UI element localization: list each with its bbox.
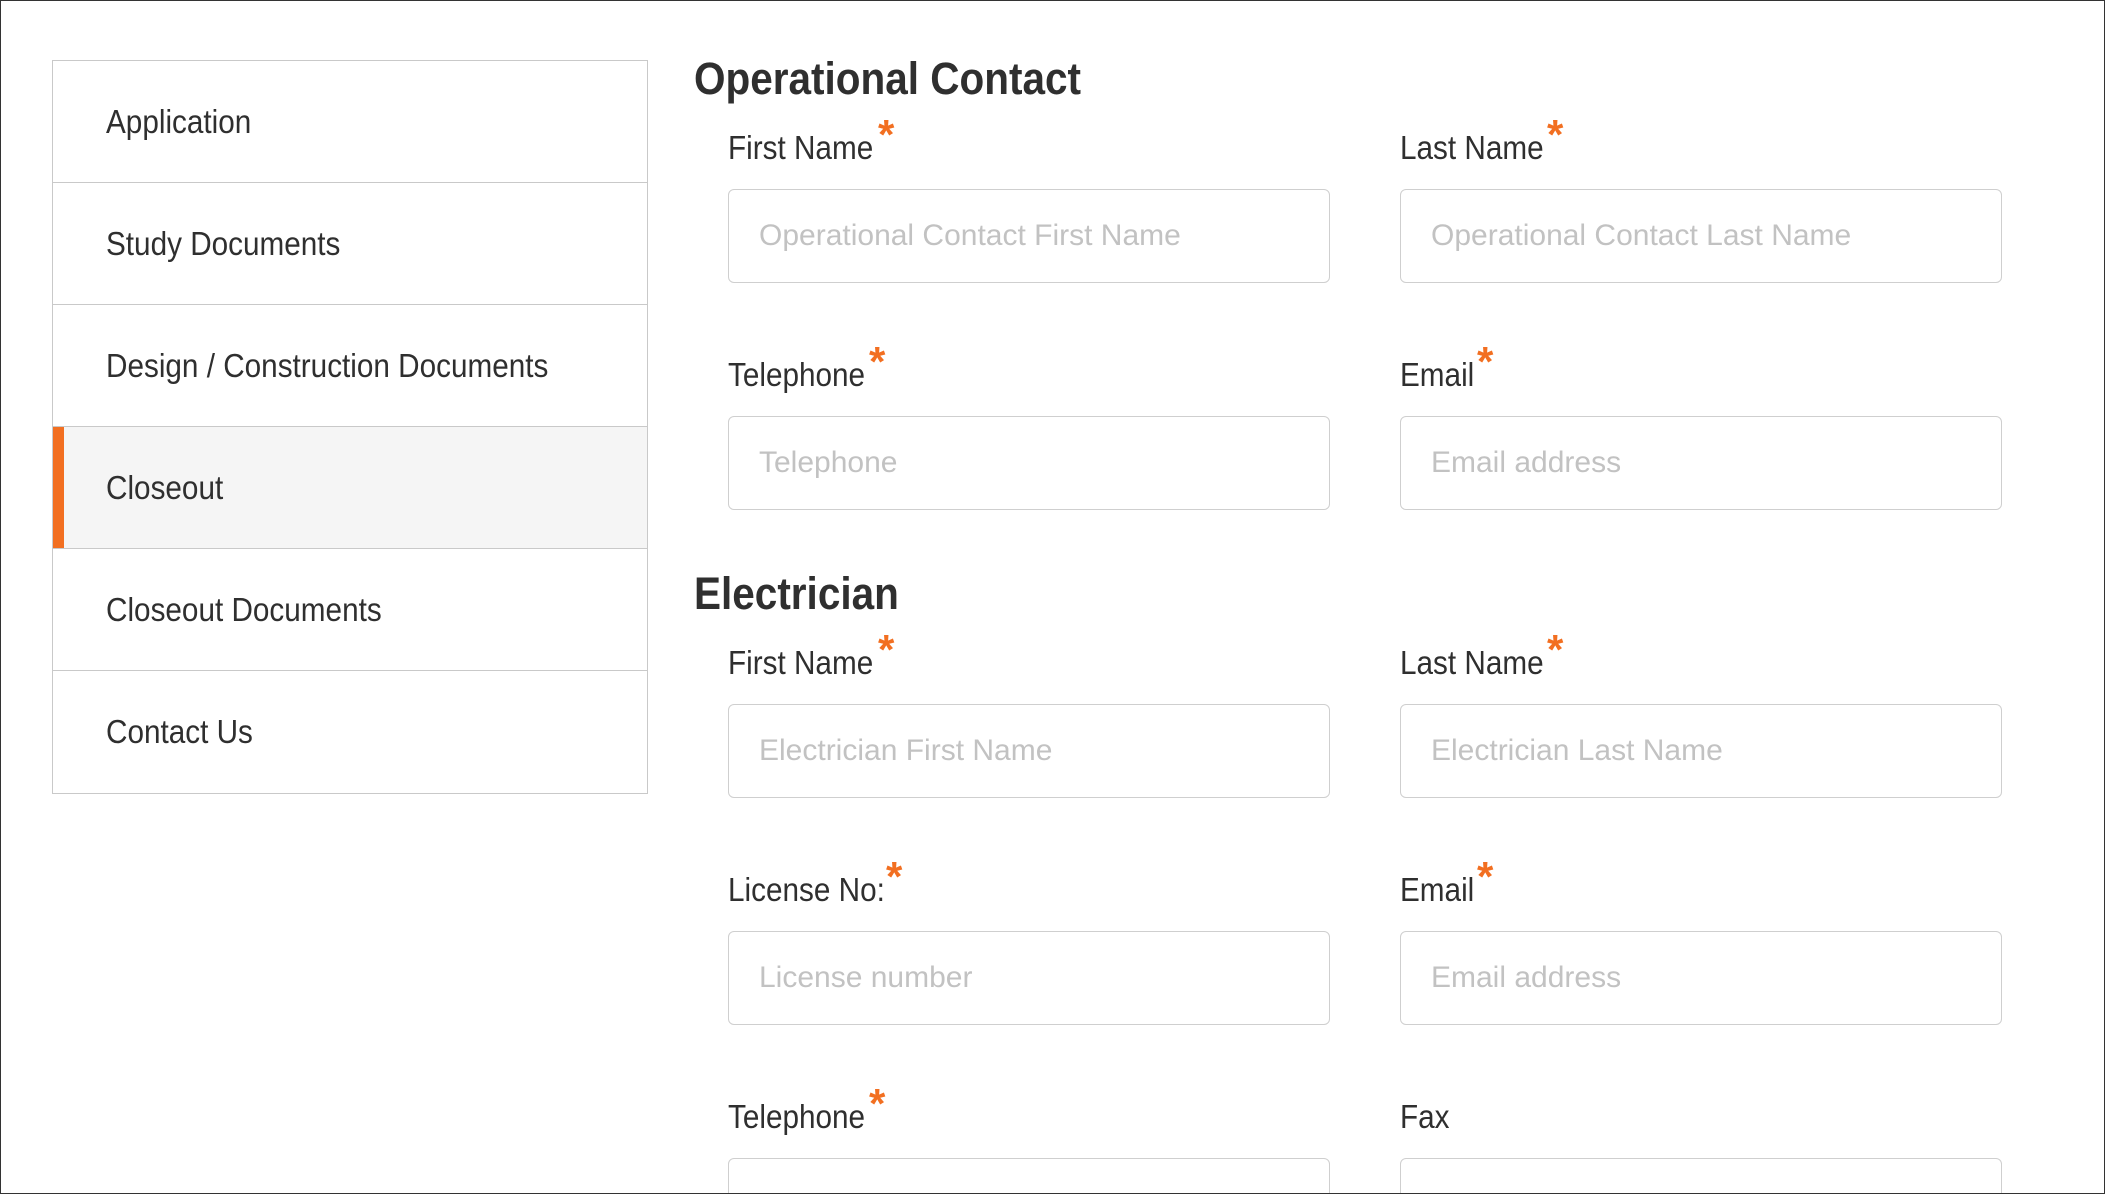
el-last-name-label: Last Name * [1400, 626, 1564, 681]
el-telephone-label: Telephone * [728, 1080, 886, 1135]
el-first-name-label: First Name * [728, 626, 895, 681]
section-title-electrician: Electrician [694, 568, 899, 619]
sidebar-item-label: Application [106, 102, 252, 140]
sidebar-nav: Application Study Documents Design / Con… [52, 60, 648, 794]
required-asterisk: * [869, 1080, 886, 1127]
active-indicator [53, 427, 64, 548]
oc-last-name-input[interactable] [1400, 189, 2002, 283]
required-asterisk: * [1547, 626, 1564, 673]
sidebar-item-closeout[interactable]: Closeout [53, 427, 647, 549]
el-fax-label: Fax [1400, 1098, 1450, 1135]
oc-telephone-input[interactable] [728, 416, 1330, 510]
sidebar-item-closeout-documents[interactable]: Closeout Documents [53, 549, 647, 671]
required-asterisk: * [1477, 853, 1494, 900]
oc-first-name-input[interactable] [728, 189, 1330, 283]
sidebar-item-label: Contact Us [106, 713, 253, 750]
el-email-input[interactable] [1400, 931, 2002, 1025]
oc-email-input[interactable] [1400, 416, 2002, 510]
section-title-operational-contact: Operational Contact [694, 53, 1082, 104]
sidebar-item-label: Closeout Documents [106, 590, 382, 628]
required-asterisk: * [878, 626, 895, 673]
required-asterisk: * [878, 111, 895, 158]
required-asterisk: * [1477, 338, 1494, 385]
required-asterisk: * [886, 853, 903, 900]
oc-email-label: Email * [1400, 338, 1494, 393]
oc-telephone-label: Telephone * [728, 338, 886, 393]
el-email-label: Email * [1400, 853, 1494, 908]
sidebar-item-design-construction-documents[interactable]: Design / Construction Documents [53, 305, 647, 427]
oc-last-name-label: Last Name * [1400, 111, 1564, 166]
sidebar-item-study-documents[interactable]: Study Documents [53, 183, 647, 305]
required-asterisk: * [1547, 111, 1564, 158]
el-first-name-input[interactable] [728, 704, 1330, 798]
el-telephone-input[interactable] [728, 1158, 1330, 1193]
sidebar-item-contact-us[interactable]: Contact Us [53, 671, 647, 793]
sidebar-item-label: Closeout [106, 468, 224, 506]
el-last-name-input[interactable] [1400, 704, 2002, 798]
el-license-no-label: License No: * [728, 853, 903, 908]
required-asterisk: * [869, 338, 886, 385]
sidebar-item-label: Design / Construction Documents [106, 346, 549, 384]
sidebar-item-application[interactable]: Application [53, 61, 647, 183]
page-frame: Application Study Documents Design / Con… [0, 0, 2105, 1194]
el-fax-input[interactable] [1400, 1158, 2002, 1193]
sidebar-item-label: Study Documents [106, 224, 341, 262]
el-license-no-input[interactable] [728, 931, 1330, 1025]
oc-first-name-label: First Name * [728, 111, 895, 166]
